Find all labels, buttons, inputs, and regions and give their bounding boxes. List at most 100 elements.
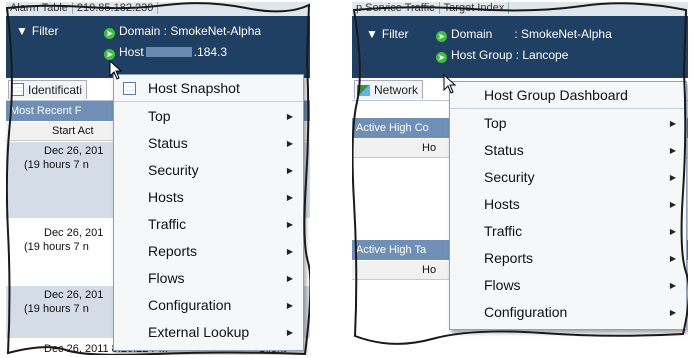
menu-item-security[interactable]: Security ▶ [114, 157, 303, 184]
menu-item-flows[interactable]: Flows ▶ [114, 265, 303, 292]
triangle-right-icon: ▶ [669, 200, 676, 209]
globe-icon: ➤ [104, 28, 115, 39]
tab-strip: Alarm Table 210.85.182.230 [6, 2, 310, 16]
filter-row: ▼ Filter [16, 24, 59, 38]
domain-row: ➤ Domain : SmokeNet-Alpha [104, 24, 261, 39]
globe-icon: ➤ [436, 31, 447, 42]
triangle-right-icon: ▶ [286, 301, 293, 310]
funnel-icon: ▼ [16, 24, 28, 38]
menu-item-label: Hosts [484, 196, 520, 212]
host-group-row: ➤ Host Group : Lancope [436, 48, 568, 63]
filter-button[interactable]: Filter [382, 27, 409, 41]
menu-item-top[interactable]: Top ▶ [450, 110, 686, 137]
menu-item-configuration[interactable]: Configuration ▶ [114, 292, 303, 319]
menu-item-status[interactable]: Status ▶ [114, 130, 303, 157]
menu-item-label: Top [484, 115, 507, 131]
column-header-label: Ho [422, 142, 437, 154]
menu-item-label: Status [148, 135, 188, 151]
globe-icon: ➤ [436, 52, 447, 63]
triangle-right-icon: ▶ [286, 274, 293, 283]
menu-item-hosts[interactable]: Hosts ▶ [114, 184, 303, 211]
triangle-right-icon: ▶ [286, 328, 293, 337]
domain-value: : SmokeNet-Alpha [514, 27, 612, 41]
menu-item-label: Top [148, 108, 171, 124]
context-menu: Host Group Dashboard Top ▶ Status ▶ Security… [449, 81, 687, 330]
table-icon [11, 83, 24, 96]
triangle-right-icon: ▶ [669, 173, 676, 182]
mouse-pointer-icon [443, 74, 457, 94]
menu-item-label: Reports [148, 243, 198, 259]
tab-service-traffic[interactable]: p Service Traffic [352, 2, 440, 14]
menu-item-top[interactable]: Top ▶ [114, 103, 303, 130]
globe-icon: ➤ [104, 49, 115, 60]
menu-item-traffic[interactable]: Traffic ▶ [450, 218, 686, 245]
menu-item-label: Traffic [484, 223, 523, 239]
domain-row: ➤ Domain : SmokeNet-Alpha [436, 27, 612, 42]
host-row: ➤ Host .184.3 [104, 45, 227, 60]
menu-item-configuration[interactable]: Configuration ▶ [450, 299, 686, 326]
right-screenshot-clip: p Service Traffic Target Index ▼ Filter ➤ D… [352, 2, 688, 355]
triangle-right-icon: ▶ [669, 281, 676, 290]
triangle-right-icon: ▶ [669, 146, 676, 155]
menu-item-hosts[interactable]: Hosts ▶ [450, 191, 686, 218]
tab-network-label: Network [374, 83, 419, 97]
triangle-right-icon: ▶ [286, 112, 293, 121]
triangle-right-icon: ▶ [286, 247, 293, 256]
triangle-right-icon: ▶ [669, 227, 676, 236]
menu-item-label: Reports [484, 250, 534, 266]
menu-item-label: Security [484, 169, 535, 185]
menu-title-host-snapshot[interactable]: Host Snapshot [114, 75, 303, 102]
triangle-right-icon: ▶ [286, 139, 293, 148]
host-label[interactable]: Host [119, 45, 144, 59]
host-ip-suffix: .184.3 [193, 45, 228, 59]
menu-item-status[interactable]: Status ▶ [450, 137, 686, 164]
menu-item-reports[interactable]: Reports ▶ [114, 238, 303, 265]
menu-item-label: Configuration [484, 304, 568, 320]
menu-item-label: Flows [484, 277, 521, 293]
network-icon [357, 85, 370, 96]
triangle-right-icon: ▶ [669, 119, 676, 128]
menu-item-flows[interactable]: Flows ▶ [450, 272, 686, 299]
menu-item-security[interactable]: Security ▶ [450, 164, 686, 191]
menu-item-label: Security [148, 162, 199, 178]
table-icon [123, 82, 136, 95]
left-screenshot-clip: Alarm Table 210.85.182.230 ▼ Filter ➤ Domai… [6, 2, 310, 355]
tab-identification[interactable]: Identificati [8, 80, 88, 99]
menu-item-label: Status [484, 142, 524, 158]
menu-item-external-lookup[interactable]: External Lookup ▶ [114, 319, 303, 346]
triangle-right-icon: ▶ [286, 220, 293, 229]
menu-item-label: Flows [148, 270, 185, 286]
host-group-label[interactable]: Host Group : Lancope [451, 48, 568, 62]
mouse-pointer-icon [109, 60, 123, 80]
triangle-right-icon: ▶ [669, 308, 676, 317]
column-header-label: Ho [422, 264, 437, 276]
filter-row: ▼ Filter [366, 27, 409, 41]
tab-alarm-table[interactable]: Alarm Table [6, 2, 73, 14]
filter-button[interactable]: Filter [32, 24, 59, 38]
column-header-label: Start Act [52, 125, 94, 137]
menu-item-traffic[interactable]: Traffic ▶ [114, 211, 303, 238]
menu-item-label: Traffic [148, 216, 187, 232]
filter-header: ▼ Filter ➤ Domain : SmokeNet-Alpha ➤ Host Gr… [352, 16, 688, 78]
menu-title-label: Host Snapshot [148, 80, 240, 96]
tab-host[interactable]: 210.85.182.230 [73, 2, 159, 14]
tab-identification-label: Identificati [28, 83, 83, 97]
context-menu: Host Snapshot Top ▶ Status ▶ Security ▶ Hosts ▶… [113, 74, 304, 351]
menu-item-label: Hosts [148, 189, 184, 205]
triangle-right-icon: ▶ [286, 193, 293, 202]
tab-target-index[interactable]: Target Index [440, 2, 510, 14]
funnel-icon: ▼ [366, 27, 378, 41]
menu-title-label: Host Group Dashboard [484, 87, 628, 103]
menu-item-label: Configuration [148, 297, 232, 313]
triangle-right-icon: ▶ [669, 254, 676, 263]
menu-item-reports[interactable]: Reports ▶ [450, 245, 686, 272]
tab-network[interactable]: Network [354, 80, 424, 99]
filter-header: ▼ Filter ➤ Domain : SmokeNet-Alpha ➤ Host .1… [6, 16, 310, 78]
triangle-right-icon: ▶ [286, 166, 293, 175]
domain-label[interactable]: Domain : SmokeNet-Alpha [119, 24, 261, 38]
masked-ip [145, 47, 192, 57]
menu-title-host-group-dashboard[interactable]: Host Group Dashboard [450, 82, 686, 109]
menu-item-label: External Lookup [148, 324, 250, 340]
domain-label[interactable]: Domain [451, 27, 492, 41]
tab-strip: p Service Traffic Target Index [352, 2, 688, 16]
